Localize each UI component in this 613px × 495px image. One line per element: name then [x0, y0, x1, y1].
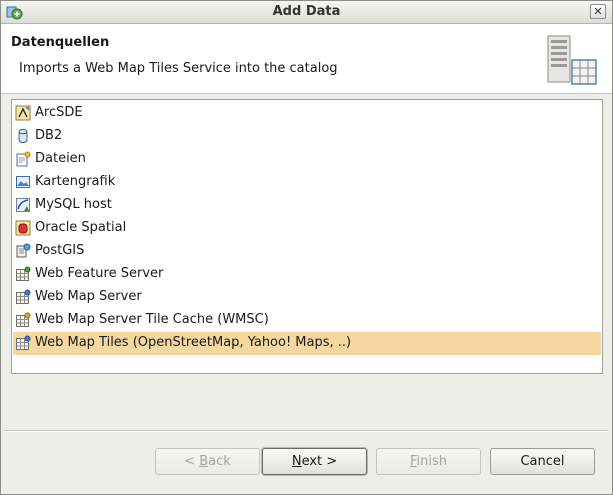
wmt-icon: [16, 335, 31, 350]
list-item-label: DB2: [35, 128, 63, 143]
map-graphic-icon: [16, 176, 30, 188]
files-icon: [16, 151, 31, 167]
db2-icon: [18, 129, 28, 143]
list-item-selected[interactable]: Web Map Tiles (OpenStreetMap, Yahoo! Map…: [13, 332, 601, 355]
back-mnemonic: B: [199, 454, 209, 469]
back-prefix: <: [184, 454, 200, 469]
data-source-list[interactable]: ArcSDE DB2 Dateien Kartengrafik MySQL ho…: [11, 99, 603, 374]
add-data-dialog: Add Data ✕ Datenquellen Imports a Web Ma…: [0, 0, 613, 495]
wms-icon: [16, 289, 31, 304]
list-item-label: Oracle Spatial: [35, 220, 127, 235]
list-item-label: Dateien: [35, 151, 86, 166]
list-item-label: Web Map Server: [35, 289, 142, 304]
wizard-header: Datenquellen Imports a Web Map Tiles Ser…: [1, 24, 612, 94]
page-description: Imports a Web Map Tiles Service into the…: [19, 61, 338, 76]
list-item-label: Web Feature Server: [35, 266, 164, 281]
list-item[interactable]: MySQL host: [13, 194, 601, 217]
next-rest: ext >: [301, 454, 338, 469]
finish-button[interactable]: Finish: [376, 448, 481, 475]
window-title: Add Data: [272, 4, 341, 19]
list-item[interactable]: ArcSDE: [13, 102, 601, 125]
wfs-icon: [16, 266, 31, 281]
list-item-label: MySQL host: [35, 197, 112, 212]
finish-rest: inish: [416, 454, 448, 469]
list-item-label: Web Map Tiles (OpenStreetMap, Yahoo! Map…: [35, 335, 352, 350]
button-separator: [5, 430, 608, 432]
list-item[interactable]: Kartengrafik: [13, 171, 601, 194]
list-item-label: Kartengrafik: [35, 174, 116, 189]
list-item-label: Web Map Server Tile Cache (WMSC): [35, 312, 269, 327]
postgis-icon: [16, 243, 31, 258]
next-mnemonic: N: [291, 454, 302, 469]
arcsde-icon: [15, 105, 31, 121]
title-bar[interactable]: Add Data ✕: [1, 1, 612, 24]
list-item[interactable]: PostGIS: [13, 240, 601, 263]
cancel-button[interactable]: Cancel: [490, 448, 595, 475]
back-rest: ack: [208, 454, 231, 469]
oracle-icon: [15, 220, 31, 236]
list-item[interactable]: Web Map Server Tile Cache (WMSC): [13, 309, 601, 332]
wmsc-icon: [16, 312, 31, 327]
back-button[interactable]: < Back: [155, 448, 260, 475]
list-item-label: PostGIS: [35, 243, 85, 258]
next-button[interactable]: Next >: [262, 448, 367, 475]
page-title: Datenquellen: [11, 35, 110, 50]
list-item[interactable]: DB2: [13, 125, 601, 148]
server-catalog-icon: [547, 35, 597, 85]
list-item[interactable]: Oracle Spatial: [13, 217, 601, 240]
close-button[interactable]: ✕: [590, 4, 606, 19]
mysql-icon: [16, 198, 30, 212]
list-item[interactable]: Web Feature Server: [13, 263, 601, 286]
close-icon: ✕: [593, 5, 603, 18]
list-item-label: ArcSDE: [35, 105, 83, 120]
list-item[interactable]: Dateien: [13, 148, 601, 171]
list-item[interactable]: Web Map Server: [13, 286, 601, 309]
